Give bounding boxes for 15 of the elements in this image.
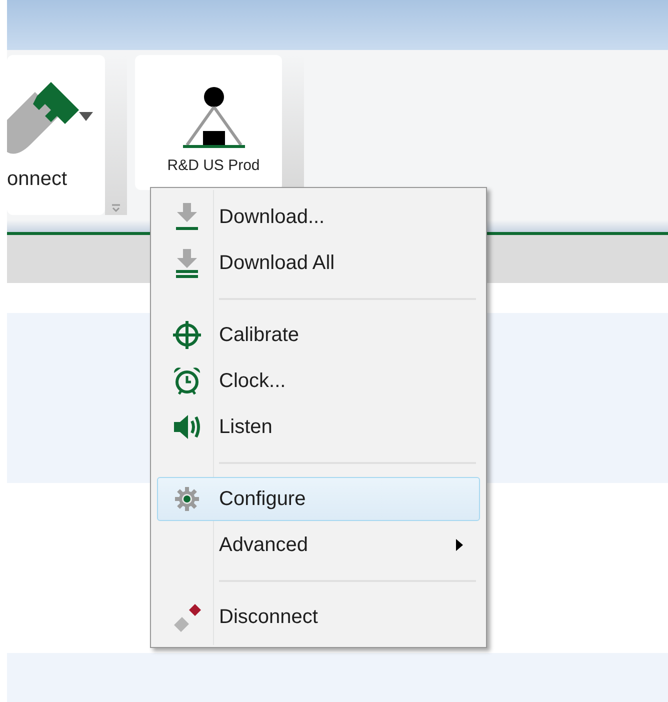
ribbon-button[interactable]: onnect [7, 55, 105, 215]
menu-item[interactable]: Advanced [157, 523, 480, 567]
menu-item[interactable]: Configure [157, 477, 480, 521]
button-label: onnect [7, 167, 68, 192]
menu-item[interactable]: Download All [157, 241, 480, 285]
caret-icon [79, 112, 93, 121]
menu-item[interactable]: Calibrate [157, 313, 480, 357]
menu-item[interactable]: Clock... [157, 359, 480, 403]
button-label: R&D US Prod [167, 156, 260, 176]
dialog-launcher-icon[interactable] [111, 203, 121, 213]
menu-item[interactable]: Listen [157, 405, 480, 449]
ribbon-button[interactable]: R&D US Prod [135, 55, 282, 190]
menu-item[interactable]: Disconnect [157, 595, 480, 639]
submenu-arrow-icon [456, 539, 463, 551]
menu-item[interactable]: Download... [157, 195, 480, 239]
